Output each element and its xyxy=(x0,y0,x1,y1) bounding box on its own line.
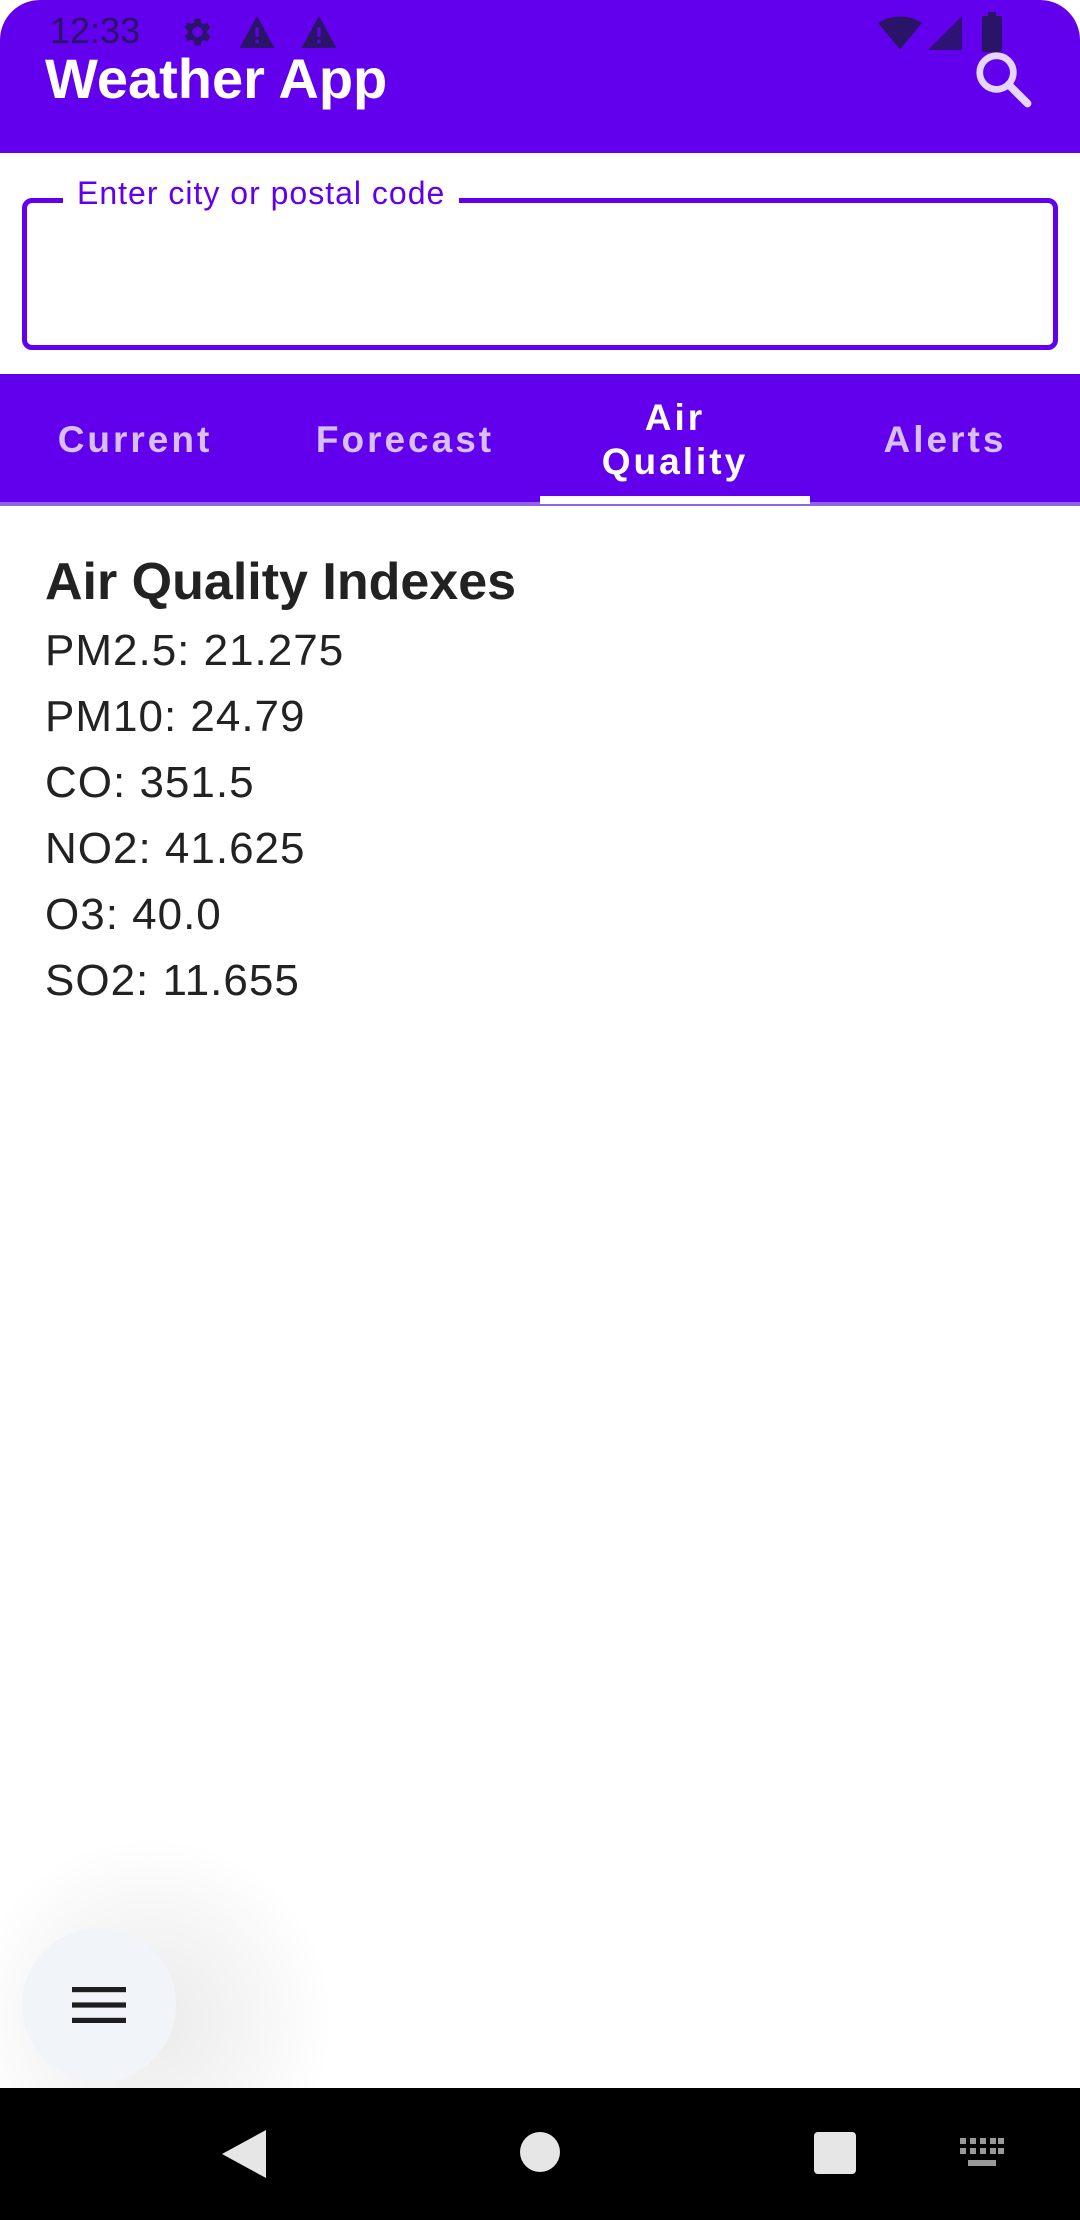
signal-icon xyxy=(928,16,962,50)
app-title: Weather App xyxy=(45,47,388,110)
tab-air-quality[interactable]: Air Quality xyxy=(540,374,810,506)
warning-icon xyxy=(301,16,337,48)
tab-forecast[interactable]: Forecast xyxy=(270,374,540,506)
list-item: PM2.5: 21.275 xyxy=(45,626,345,675)
list-item: CO: 351.5 xyxy=(45,758,255,807)
recents-icon[interactable] xyxy=(814,2132,856,2174)
search-input[interactable]: Enter city or postal code xyxy=(22,175,1058,350)
air-quality-list: PM2.5: 21.275 PM10: 24.79 CO: 351.5 NO2:… xyxy=(45,618,344,1014)
list-item: SO2: 11.655 xyxy=(45,956,300,1005)
warning-icon xyxy=(239,16,275,48)
tab-alerts[interactable]: Alerts xyxy=(810,374,1080,506)
search-icon[interactable] xyxy=(972,48,1034,110)
air-quality-heading: Air Quality Indexes xyxy=(45,553,517,611)
tab-current[interactable]: Current xyxy=(0,374,270,506)
battery-icon xyxy=(982,12,1002,52)
search-input-label: Enter city or postal code xyxy=(63,175,460,212)
tab-indicator xyxy=(540,496,810,504)
tab-bar: Current Forecast Air Quality Alerts xyxy=(0,374,1080,506)
list-item: PM10: 24.79 xyxy=(45,692,306,741)
gear-icon xyxy=(184,18,211,46)
menu-button[interactable] xyxy=(22,1928,176,2082)
menu-icon xyxy=(72,1987,126,2023)
system-nav-bar xyxy=(0,2088,1080,2220)
app-bar: 12:33 Weather App xyxy=(0,0,1080,153)
back-icon[interactable] xyxy=(222,2130,266,2178)
list-item: NO2: 41.625 xyxy=(45,824,306,873)
home-icon[interactable] xyxy=(518,2130,562,2174)
wifi-icon xyxy=(878,16,922,50)
keyboard-icon[interactable] xyxy=(960,2138,1004,2168)
list-item: O3: 40.0 xyxy=(45,890,222,939)
